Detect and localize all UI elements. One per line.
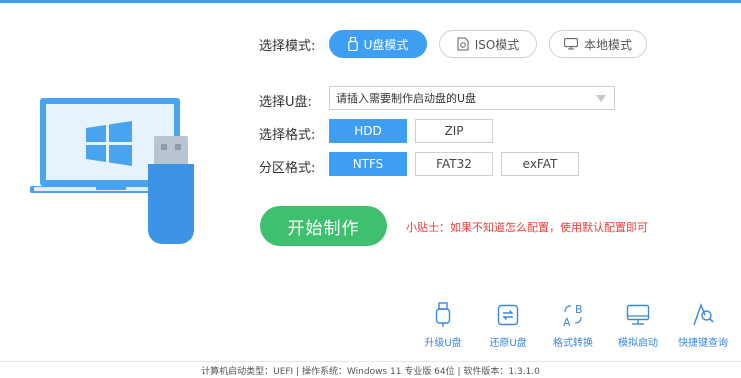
usb-mode-button[interactable]: U盘模式 [329,30,427,58]
status-bar: 计算机启动类型：UEFI | 操作系统：Windows 11 专业版 64位 |… [201,367,540,377]
usb-mode-label: U盘模式 [363,37,409,52]
svg-text:A: A [563,316,571,328]
shortcut-query-icon [693,303,714,326]
usb-select-dropdown[interactable]: 请插入需要制作启动盘的U盘 [329,86,615,110]
tool-upgrade-usb[interactable]: 升级U盘 [413,300,473,349]
chevron-down-icon [596,95,606,102]
local-mode-button[interactable]: 本地模式 [549,30,647,58]
status-divider [0,361,741,362]
local-mode-label: 本地模式 [583,37,632,52]
format-zip-option[interactable]: ZIP [415,119,493,143]
tool-simulate-boot[interactable]: 模拟启动 [608,300,668,349]
iso-mode-button[interactable]: ISO模式 [439,30,537,58]
tool-restore-usb-label: 还原U盘 [489,338,527,349]
mode-label: 选择模式: [259,39,316,54]
monitor-icon [626,304,650,325]
usb-upgrade-icon [435,302,451,327]
partition-exfat-option[interactable]: exFAT [501,152,579,176]
tool-restore-usb[interactable]: 还原U盘 [478,300,538,349]
tool-shortcut-query[interactable]: 快捷键查询 [673,300,733,349]
svg-text:B: B [575,303,583,316]
tool-simulate-boot-label: 模拟启动 [618,338,658,349]
tool-format-convert-label: 格式转换 [553,338,593,349]
format-label: 选择格式: [259,128,316,143]
tool-shortcut-query-label: 快捷键查询 [678,338,728,349]
partition-label: 分区格式: [259,161,316,176]
tool-upgrade-usb-label: 升级U盘 [424,338,462,349]
tool-format-convert[interactable]: B A 格式转换 [543,300,603,349]
usb-select-value: 请插入需要制作启动盘的U盘 [336,92,477,105]
laptop-usb-illustration [30,98,194,244]
iso-file-icon [457,37,469,51]
tip-text: 小贴士：如果不知道怎么配置，使用默认配置即可 [406,221,648,234]
usb-drive-icon [347,37,358,51]
monitor-icon [564,38,578,50]
restore-icon [497,304,519,326]
format-hdd-option[interactable]: HDD [329,119,407,143]
partition-fat32-option[interactable]: FAT32 [415,152,493,176]
format-convert-icon: B A [563,303,583,328]
usb-select-label: 选择U盘: [259,95,312,110]
partition-ntfs-option[interactable]: NTFS [329,152,407,176]
start-create-button[interactable]: 开始制作 [260,206,387,246]
top-accent-bar [0,0,741,3]
iso-mode-label: ISO模式 [474,37,520,52]
